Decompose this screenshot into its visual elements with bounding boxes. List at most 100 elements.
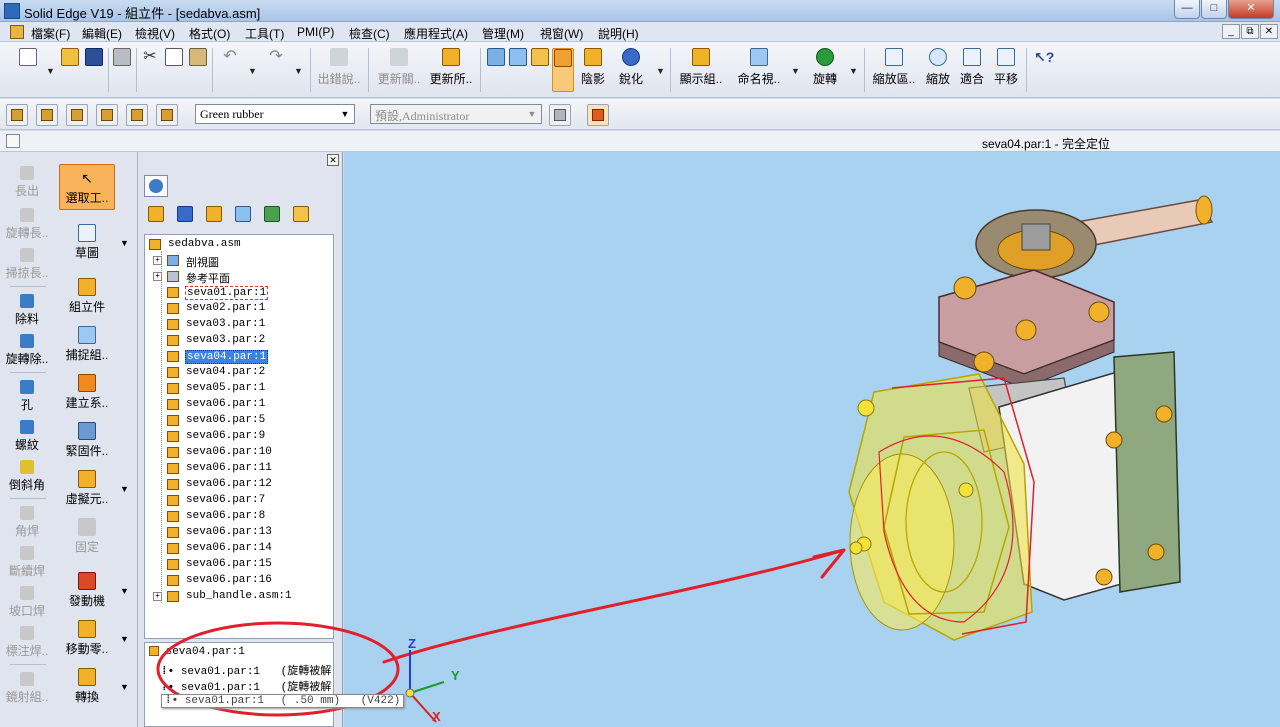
status-toggle-button[interactable] [6, 134, 20, 148]
new-button[interactable] [18, 48, 38, 92]
menu-help[interactable]: 說明(H) [598, 25, 639, 42]
pan-button[interactable]: 平移 [992, 48, 1020, 92]
component-btn-6[interactable] [156, 104, 178, 126]
motor-button[interactable]: 發動機 [59, 572, 115, 609]
stitch-weld-button[interactable]: 斷續焊 [2, 546, 52, 579]
cutout-button[interactable]: 除料 [2, 294, 52, 327]
minimize-button[interactable]: — [1174, 0, 1200, 19]
parts-list-button[interactable] [202, 202, 226, 226]
maximize-button[interactable]: □ [1201, 0, 1227, 19]
create-system-button[interactable]: 建立系.. [59, 374, 115, 411]
material-select[interactable]: Green rubber ▼ [195, 104, 355, 124]
transform-button[interactable]: 轉換 [59, 668, 115, 705]
graphics-viewport[interactable]: Z Y X [344, 152, 1280, 727]
assemble-button[interactable]: 組立件 [59, 278, 115, 315]
close-icon[interactable]: ✕ [327, 154, 339, 166]
move-parts-button[interactable]: 移動零.. [59, 620, 115, 657]
menu-view[interactable]: 檢視(V) [135, 25, 175, 42]
reports-button[interactable] [260, 202, 284, 226]
component-btn-4[interactable] [96, 104, 118, 126]
component-btn-2[interactable] [36, 104, 58, 126]
component-btn-5[interactable] [126, 104, 148, 126]
fix-button[interactable]: 固定 [59, 518, 115, 555]
groove-weld-button[interactable]: 坡口焊 [2, 586, 52, 619]
print-button[interactable] [112, 48, 132, 92]
thread-button[interactable]: 螺紋 [2, 420, 52, 453]
sketch-dropdown-arrow[interactable]: ▼ [120, 238, 129, 248]
view-iso-button[interactable] [486, 48, 506, 92]
error-assistant-button[interactable]: 出錯說.. [314, 48, 364, 92]
menu-inspect[interactable]: 檢查(C) [349, 25, 390, 42]
mdi-minimize-button[interactable]: _ [1222, 24, 1240, 39]
named-views-dropdown-arrow[interactable]: ▼ [791, 66, 800, 76]
move-dropdown-arrow[interactable]: ▼ [120, 634, 129, 644]
virtual-component-button[interactable]: 虛擬元.. [59, 470, 115, 507]
stack-button[interactable] [231, 202, 255, 226]
menu-tools[interactable]: 工具(T) [245, 25, 284, 42]
component-btn-1[interactable] [6, 104, 28, 126]
close-button[interactable]: ✕ [1228, 0, 1274, 19]
new-dropdown-arrow[interactable]: ▼ [46, 66, 55, 76]
save-button[interactable] [84, 48, 104, 92]
mdi-restore-button[interactable]: ⧉ [1241, 24, 1259, 39]
relationship-row[interactable]: ⁞• seva01.par:1 (旋轉被解 [161, 678, 331, 694]
rotate-button[interactable]: 旋轉 [808, 48, 842, 92]
paste-button[interactable] [188, 48, 208, 92]
view-wire-button[interactable] [508, 48, 528, 92]
revolve-button[interactable]: 旋轉長.. [2, 208, 52, 241]
zoom-area-button[interactable]: 縮放區.. [870, 48, 918, 92]
update-relations-button[interactable]: 更新關.. [374, 48, 424, 92]
view-hidden-button[interactable] [530, 48, 550, 92]
fasteners-button[interactable]: 緊固件.. [59, 422, 115, 459]
brush-button[interactable] [587, 104, 609, 126]
undo-dropdown-arrow[interactable]: ▼ [248, 66, 257, 76]
menu-pmi[interactable]: PMI(P) [297, 25, 334, 39]
tree-view-button[interactable] [144, 202, 168, 226]
select-tool-button[interactable]: ↖ 選取工.. [59, 164, 115, 210]
menu-file[interactable]: 檔案(F) [31, 25, 70, 42]
chamfer-button[interactable]: 倒斜角 [2, 460, 52, 493]
extrude-button[interactable]: 長出 [2, 166, 52, 199]
fit-button[interactable]: 適合 [958, 48, 986, 92]
copy-button[interactable] [164, 48, 184, 92]
context-help-button[interactable]: ↖? [1032, 48, 1054, 92]
update-all-button[interactable]: 更新所.. [426, 48, 476, 92]
mdi-close-button[interactable]: ✕ [1260, 24, 1278, 39]
motor-dropdown-arrow[interactable]: ▼ [120, 586, 129, 596]
sharpen-dropdown-arrow[interactable]: ▼ [656, 66, 665, 76]
capture-fit-button[interactable]: 捕捉組.. [59, 326, 115, 363]
shading-button[interactable]: 陰影 [578, 48, 608, 92]
component-btn-3[interactable] [66, 104, 88, 126]
named-views-button[interactable]: 命名視.. [734, 48, 784, 92]
fillet-weld-button[interactable]: 角焊 [2, 506, 52, 539]
virtual-dropdown-arrow[interactable]: ▼ [120, 484, 129, 494]
menu-format[interactable]: 格式(O) [189, 25, 230, 42]
menu-edit[interactable]: 編輯(E) [82, 25, 122, 42]
user-select[interactable]: 預設,Administrator ▼ [370, 104, 542, 124]
menu-applications[interactable]: 應用程式(A) [404, 25, 468, 42]
help-topics-button[interactable] [289, 202, 313, 226]
properties-button[interactable] [549, 104, 571, 126]
pathfinder-tab[interactable] [144, 175, 168, 197]
redo-button[interactable]: ↷ [266, 48, 286, 92]
cut-button[interactable]: ✂ [140, 48, 160, 92]
redo-dropdown-arrow[interactable]: ▼ [294, 66, 303, 76]
rotate-dropdown-arrow[interactable]: ▼ [849, 66, 858, 76]
sharpen-button[interactable]: 銳化 [616, 48, 646, 92]
hole-button[interactable]: 孔 [2, 380, 52, 413]
relationship-row[interactable]: ⁞• seva01.par:1 (旋轉被解 [161, 662, 331, 678]
document-icon[interactable] [10, 25, 24, 39]
relationship-row-tooltip[interactable]: ⁞• seva01.par:1 ( .50 mm) (V422) [161, 694, 405, 708]
sweep-button[interactable]: 掃掠長.. [2, 248, 52, 281]
view-shaded-edges-button[interactable] [552, 48, 574, 92]
menu-window[interactable]: 視窗(W) [540, 25, 583, 42]
mirror-button[interactable]: 鏡射組.. [2, 672, 52, 705]
undo-button[interactable]: ↶ [220, 48, 240, 92]
transform-dropdown-arrow[interactable]: ▼ [120, 682, 129, 692]
menu-manage[interactable]: 管理(M) [482, 25, 524, 42]
weld-label-button[interactable]: 標注焊.. [2, 626, 52, 659]
zoom-button[interactable]: 縮放 [924, 48, 952, 92]
sketch-button[interactable]: 草圖 [59, 224, 115, 261]
open-button[interactable] [60, 48, 80, 92]
revolve-cut-button[interactable]: 旋轉除.. [2, 334, 52, 367]
